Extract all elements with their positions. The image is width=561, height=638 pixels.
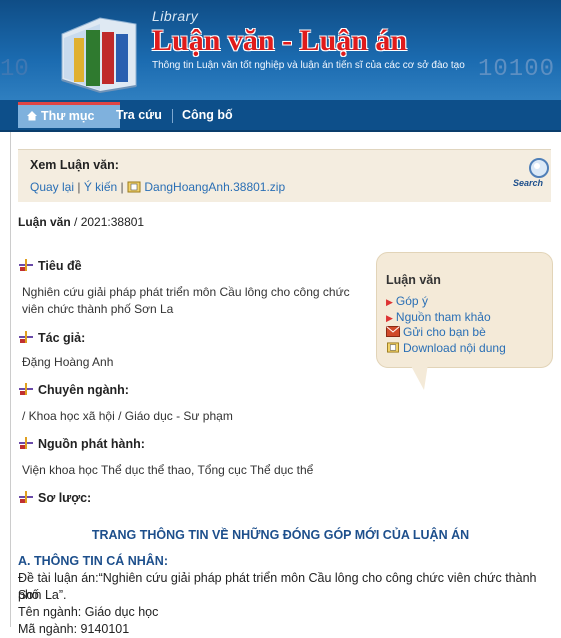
field-icon [19, 259, 33, 271]
library-logo-icon [61, 17, 137, 94]
tab-cong-bo[interactable]: Công bố [174, 102, 241, 128]
view-links: Quay lại | Ý kiến | DangHoangAnh.38801.z… [30, 180, 285, 194]
binary-decoration: 10100 [477, 56, 555, 83]
breadcrumb: Luận văn / 2021:38801 [18, 215, 144, 229]
sidebox-item-label: Download nội dung [403, 341, 506, 355]
article-line: Mã ngành: 9140101 [18, 622, 130, 636]
tab-thu-muc[interactable]: Thư mục [18, 102, 120, 128]
author-value: Đặng Hoàng Anh [22, 355, 114, 369]
title-line: Nghiên cứu giải pháp phát triển môn Cầu … [22, 285, 350, 299]
article-line: Tên ngành: Giáo dục học [18, 605, 159, 619]
view-panel [18, 149, 551, 202]
view-title: Xem Luận văn: [30, 158, 119, 172]
main-nav: Thư mục Tra cứu Công bố [0, 100, 561, 132]
zip-file-icon [127, 181, 141, 193]
article-heading: TRANG THÔNG TIN VỀ NHỮNG ĐÓNG GÓP MỚI CỦ… [91, 528, 470, 542]
field-icon [19, 437, 33, 449]
publisher-label: Nguồn phát hành: [38, 437, 145, 451]
tab-label: Thư mục [41, 109, 95, 123]
field-icon [19, 383, 33, 395]
breadcrumb-id: / 2021:38801 [70, 215, 145, 229]
section-a-heading: A. THÔNG TIN CÁ NHÂN: [18, 554, 168, 568]
search-label[interactable]: Search [513, 178, 543, 188]
major-heading: Chuyên ngành: [18, 382, 129, 397]
sidebox-tail [410, 364, 428, 390]
author-heading: Tác giả: [18, 330, 85, 345]
sidebox-item-gui-ban-be[interactable]: Gửi cho bạn bè [386, 325, 486, 339]
binary-decoration-left: 10 [0, 56, 29, 83]
tab-tra-cuu[interactable]: Tra cứu [108, 102, 170, 128]
home-icon [27, 111, 37, 121]
field-icon [19, 331, 33, 343]
breadcrumb-type[interactable]: Luận văn [18, 215, 71, 229]
link-separator: | [120, 180, 124, 194]
site-title: Luận văn - Luận án [152, 24, 408, 57]
content-frame [10, 132, 561, 627]
sidebox-item-label: Gửi cho bạn bè [403, 325, 486, 339]
sidebox-item-nguon-tham-khao[interactable]: ▶ Nguồn tham khảo [386, 310, 491, 324]
title-label: Tiêu đề [38, 259, 82, 273]
title-line: viên chức thành phố Sơn La [22, 302, 174, 316]
library-word: Library [152, 8, 199, 24]
summary-heading: Sơ lược: [18, 490, 91, 505]
download-zip-link[interactable]: DangHoangAnh.38801.zip [144, 180, 285, 194]
feedback-link[interactable]: Ý kiến [84, 180, 117, 194]
field-icon [19, 491, 33, 503]
sidebox-item-gop-y[interactable]: ▶ Góp ý [386, 294, 428, 308]
sidebox-title: Luận văn [386, 273, 441, 287]
sidebox-item-label: Góp ý [395, 294, 428, 308]
publisher-value: Viện khoa học Thể dục thể thao, Tổng cục… [22, 463, 314, 477]
major-label: Chuyên ngành: [38, 383, 129, 397]
title-heading: Tiêu đề [18, 258, 82, 273]
link-separator: | [77, 180, 81, 194]
zip-file-icon [387, 342, 399, 353]
article-line: Sơn La”. [18, 588, 67, 602]
envelope-icon [386, 326, 400, 337]
arrow-right-icon: ▶ [386, 297, 393, 307]
publisher-heading: Nguồn phát hành: [18, 436, 145, 451]
sidebox-item-download[interactable]: Download nội dung [386, 341, 506, 355]
back-link[interactable]: Quay lại [30, 180, 74, 194]
major-value: / Khoa học xã hội / Giáo dục - Sư phạm [22, 409, 233, 423]
site-subtitle: Thông tin Luận văn tốt nghiệp và luận án… [152, 60, 465, 71]
nav-divider [172, 109, 173, 123]
arrow-right-icon: ▶ [386, 313, 393, 323]
author-label: Tác giả: [38, 331, 86, 345]
title-value: Nghiên cứu giải pháp phát triển môn Cầu … [22, 284, 350, 318]
site-banner: 10 10100 Library Luận văn - Luận án Thôn… [0, 0, 561, 100]
sidebox-item-label: Nguồn tham khảo [395, 310, 491, 324]
summary-label: Sơ lược: [38, 491, 92, 505]
